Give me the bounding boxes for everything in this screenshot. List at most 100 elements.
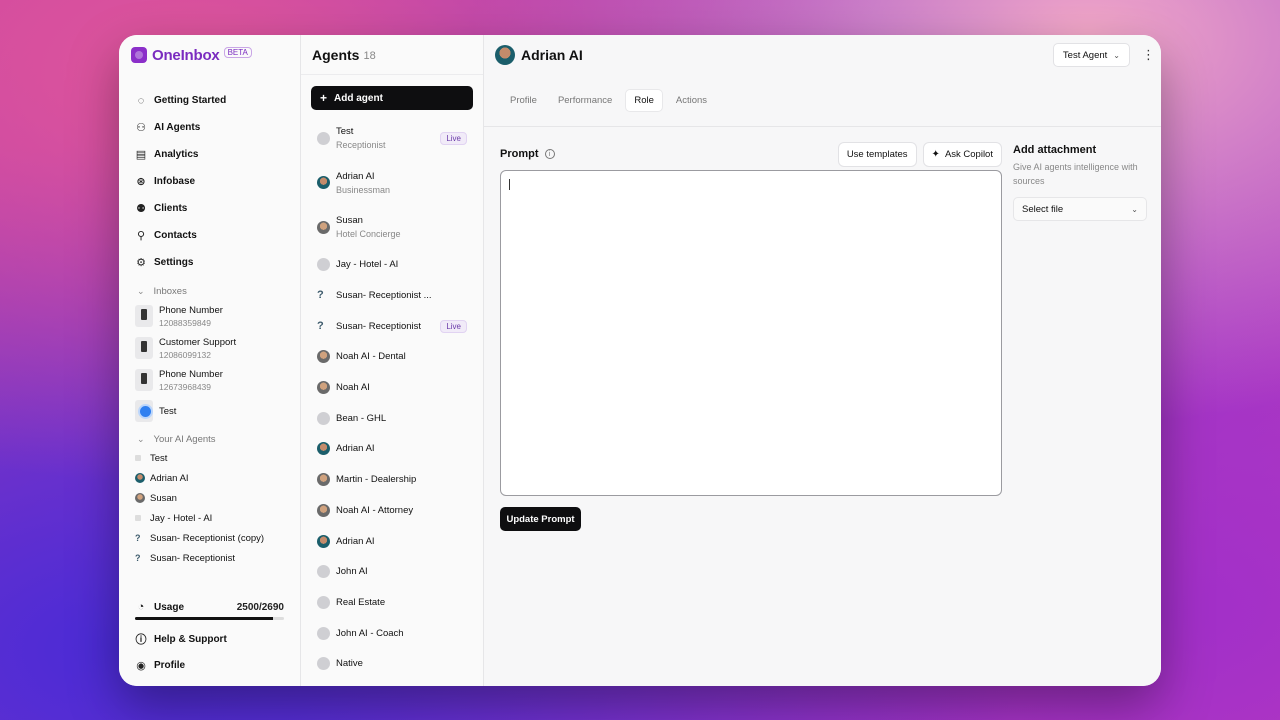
agent-avatar — [317, 442, 330, 456]
agents-header: Agents 18 — [301, 35, 483, 75]
agent-list-item[interactable]: Bean - GHL — [301, 403, 483, 434]
nav-contacts[interactable]: ⚲ Contacts — [119, 222, 300, 249]
agent-avatar — [495, 45, 515, 65]
agent-avatar — [317, 258, 330, 272]
agent-avatar — [317, 657, 330, 671]
test-agent-dropdown[interactable]: Test Agent ⌄ — [1052, 43, 1130, 67]
agent-avatar — [135, 493, 145, 503]
nav-profile[interactable]: ◉ Profile — [119, 652, 300, 678]
update-prompt-button[interactable]: Update Prompt — [500, 507, 581, 531]
nav-infobase[interactable]: ⊛ Infobase — [119, 168, 300, 195]
ask-copilot-button[interactable]: ✦ Ask Copilot — [922, 141, 1002, 167]
contact-icon: ⚲ — [136, 230, 146, 242]
nav-settings[interactable]: ⚙ Settings — [119, 249, 300, 276]
agent-name: Jay - Hotel - AI — [336, 259, 399, 271]
sidebar-agent-item[interactable]: Susan — [119, 488, 300, 508]
inboxes-section-toggle[interactable]: ⌄ Inboxes — [119, 282, 300, 300]
agent-role: Businessman — [336, 184, 391, 195]
tab-actions[interactable]: Actions — [668, 90, 715, 111]
sidebar-agent-item[interactable]: Jay - Hotel - AI — [119, 508, 300, 528]
agent-list-item[interactable]: John AI - Coach — [301, 618, 483, 649]
agent-list-item[interactable]: Native — [301, 648, 483, 679]
agent-list-item[interactable]: Susan- Receptionist Live — [301, 311, 483, 342]
agent-avatar: ? — [135, 533, 141, 543]
agents-title: Agents — [312, 46, 360, 63]
agent-name: John AI — [336, 566, 368, 578]
agent-avatar — [317, 503, 330, 517]
prompt-textarea[interactable] — [500, 170, 1002, 496]
agent-list-item[interactable]: John AI — [301, 556, 483, 587]
tab-performance[interactable]: Performance — [550, 90, 620, 111]
agent-name: Noah AI - Dental — [336, 351, 406, 363]
chevron-down-icon: ⌄ — [137, 433, 145, 444]
more-options-icon[interactable]: ⋮ — [1142, 47, 1155, 63]
sidebar-agent-item[interactable]: Adrian AI — [119, 468, 300, 488]
usage-icon: ◔ — [137, 601, 145, 613]
agent-name: Noah AI — [336, 382, 370, 394]
agent-text: Real Estate — [336, 597, 385, 608]
usage-bar-fill — [135, 617, 274, 620]
agent-text: Native — [336, 658, 363, 669]
agent-list-item[interactable]: Jay - Hotel - AI — [301, 250, 483, 281]
agent-list-item[interactable]: Susan Hotel Concierge — [301, 205, 483, 250]
agent-avatar — [317, 320, 330, 333]
agent-text: Noah AI - Dental — [336, 351, 406, 362]
agent-text: Bean - GHL — [336, 413, 386, 424]
chat-widget-icon — [135, 400, 153, 422]
live-badge: Live — [440, 131, 467, 145]
nav-clients[interactable]: ⚉ Clients — [119, 195, 300, 222]
select-file-dropdown[interactable]: Select file ⌄ — [1013, 197, 1147, 221]
sidebar-agent-item[interactable]: ? Susan- Receptionist (copy) — [119, 528, 300, 548]
sidebar-agent-item[interactable]: ? Susan- Receptionist — [119, 548, 300, 568]
agent-avatar — [317, 381, 330, 395]
agent-list-item[interactable]: Adrian AI Businessman — [301, 161, 483, 206]
inbox-item[interactable]: Test — [119, 396, 300, 426]
sidebar-agent-item[interactable]: Test — [119, 448, 300, 468]
attachment-section: Add attachment Give AI agents intelligen… — [1013, 141, 1147, 221]
agent-list-item[interactable]: Noah AI - Attorney — [301, 495, 483, 526]
agents-count: 18 — [363, 49, 376, 62]
logo[interactable]: OneInbox BETA — [119, 45, 300, 65]
prompt-header: Prompt i Use templates ✦ Ask Copilot — [500, 141, 1002, 167]
database-icon: ⊛ — [136, 176, 146, 188]
agent-list-item[interactable]: Noah AI - Dental — [301, 342, 483, 373]
phone-icon — [135, 337, 153, 359]
tab-role[interactable]: Role — [625, 89, 663, 112]
attachment-title: Add attachment — [1013, 144, 1097, 156]
agent-name: Adrian AI — [336, 535, 375, 547]
agent-text: Adrian AI — [336, 536, 375, 547]
text-caret — [509, 179, 510, 190]
agent-list-item[interactable]: Susan- Receptionist ... — [301, 280, 483, 311]
agent-list-item[interactable]: Real Estate — [301, 587, 483, 618]
agent-avatar — [317, 565, 330, 579]
agent-name: Martin - Dealership — [336, 474, 417, 486]
tab-bar: Profile Performance Role Actions — [484, 75, 1161, 127]
chevron-down-icon: ⌄ — [1131, 204, 1138, 214]
agent-list-item[interactable]: Adrian AI — [301, 526, 483, 557]
agent-list-item[interactable]: Test Receptionist Live — [301, 116, 483, 161]
agents-icon: ⚇ — [136, 122, 146, 134]
agent-text: Adrian AI — [336, 443, 375, 454]
oneinbox-logo-icon — [131, 47, 147, 63]
sparkle-icon: ✦ — [931, 148, 940, 160]
agent-avatar — [317, 411, 330, 425]
nav-getting-started[interactable]: ◌ Getting Started — [119, 87, 300, 114]
nav-analytics[interactable]: ▤ Analytics — [119, 141, 300, 168]
nav-help-support[interactable]: ⓘ Help & Support — [119, 626, 300, 652]
your-agents-section-toggle[interactable]: ⌄ Your AI Agents — [119, 430, 300, 448]
nav-ai-agents[interactable]: ⚇ AI Agents — [119, 114, 300, 141]
agents-panel: Agents 18 + Add agent Test Receptionist Li… — [301, 35, 484, 686]
agent-avatar — [317, 534, 330, 548]
agent-list-item[interactable]: Noah AI — [301, 372, 483, 403]
inbox-item[interactable]: Phone Number 12673968439 — [119, 364, 300, 396]
plus-icon: + — [320, 91, 328, 105]
info-icon[interactable]: i — [544, 149, 555, 159]
inbox-item[interactable]: Phone Number 12088359849 — [119, 300, 300, 332]
agent-text: John AI - Coach — [336, 628, 404, 639]
agent-list-item[interactable]: Adrian AI — [301, 434, 483, 465]
tab-profile[interactable]: Profile — [502, 90, 545, 111]
agent-list-item[interactable]: Martin - Dealership — [301, 464, 483, 495]
add-agent-button[interactable]: + Add agent — [311, 86, 473, 110]
use-templates-button[interactable]: Use templates — [837, 141, 917, 167]
inbox-item[interactable]: Customer Support 12086099132 — [119, 332, 300, 364]
